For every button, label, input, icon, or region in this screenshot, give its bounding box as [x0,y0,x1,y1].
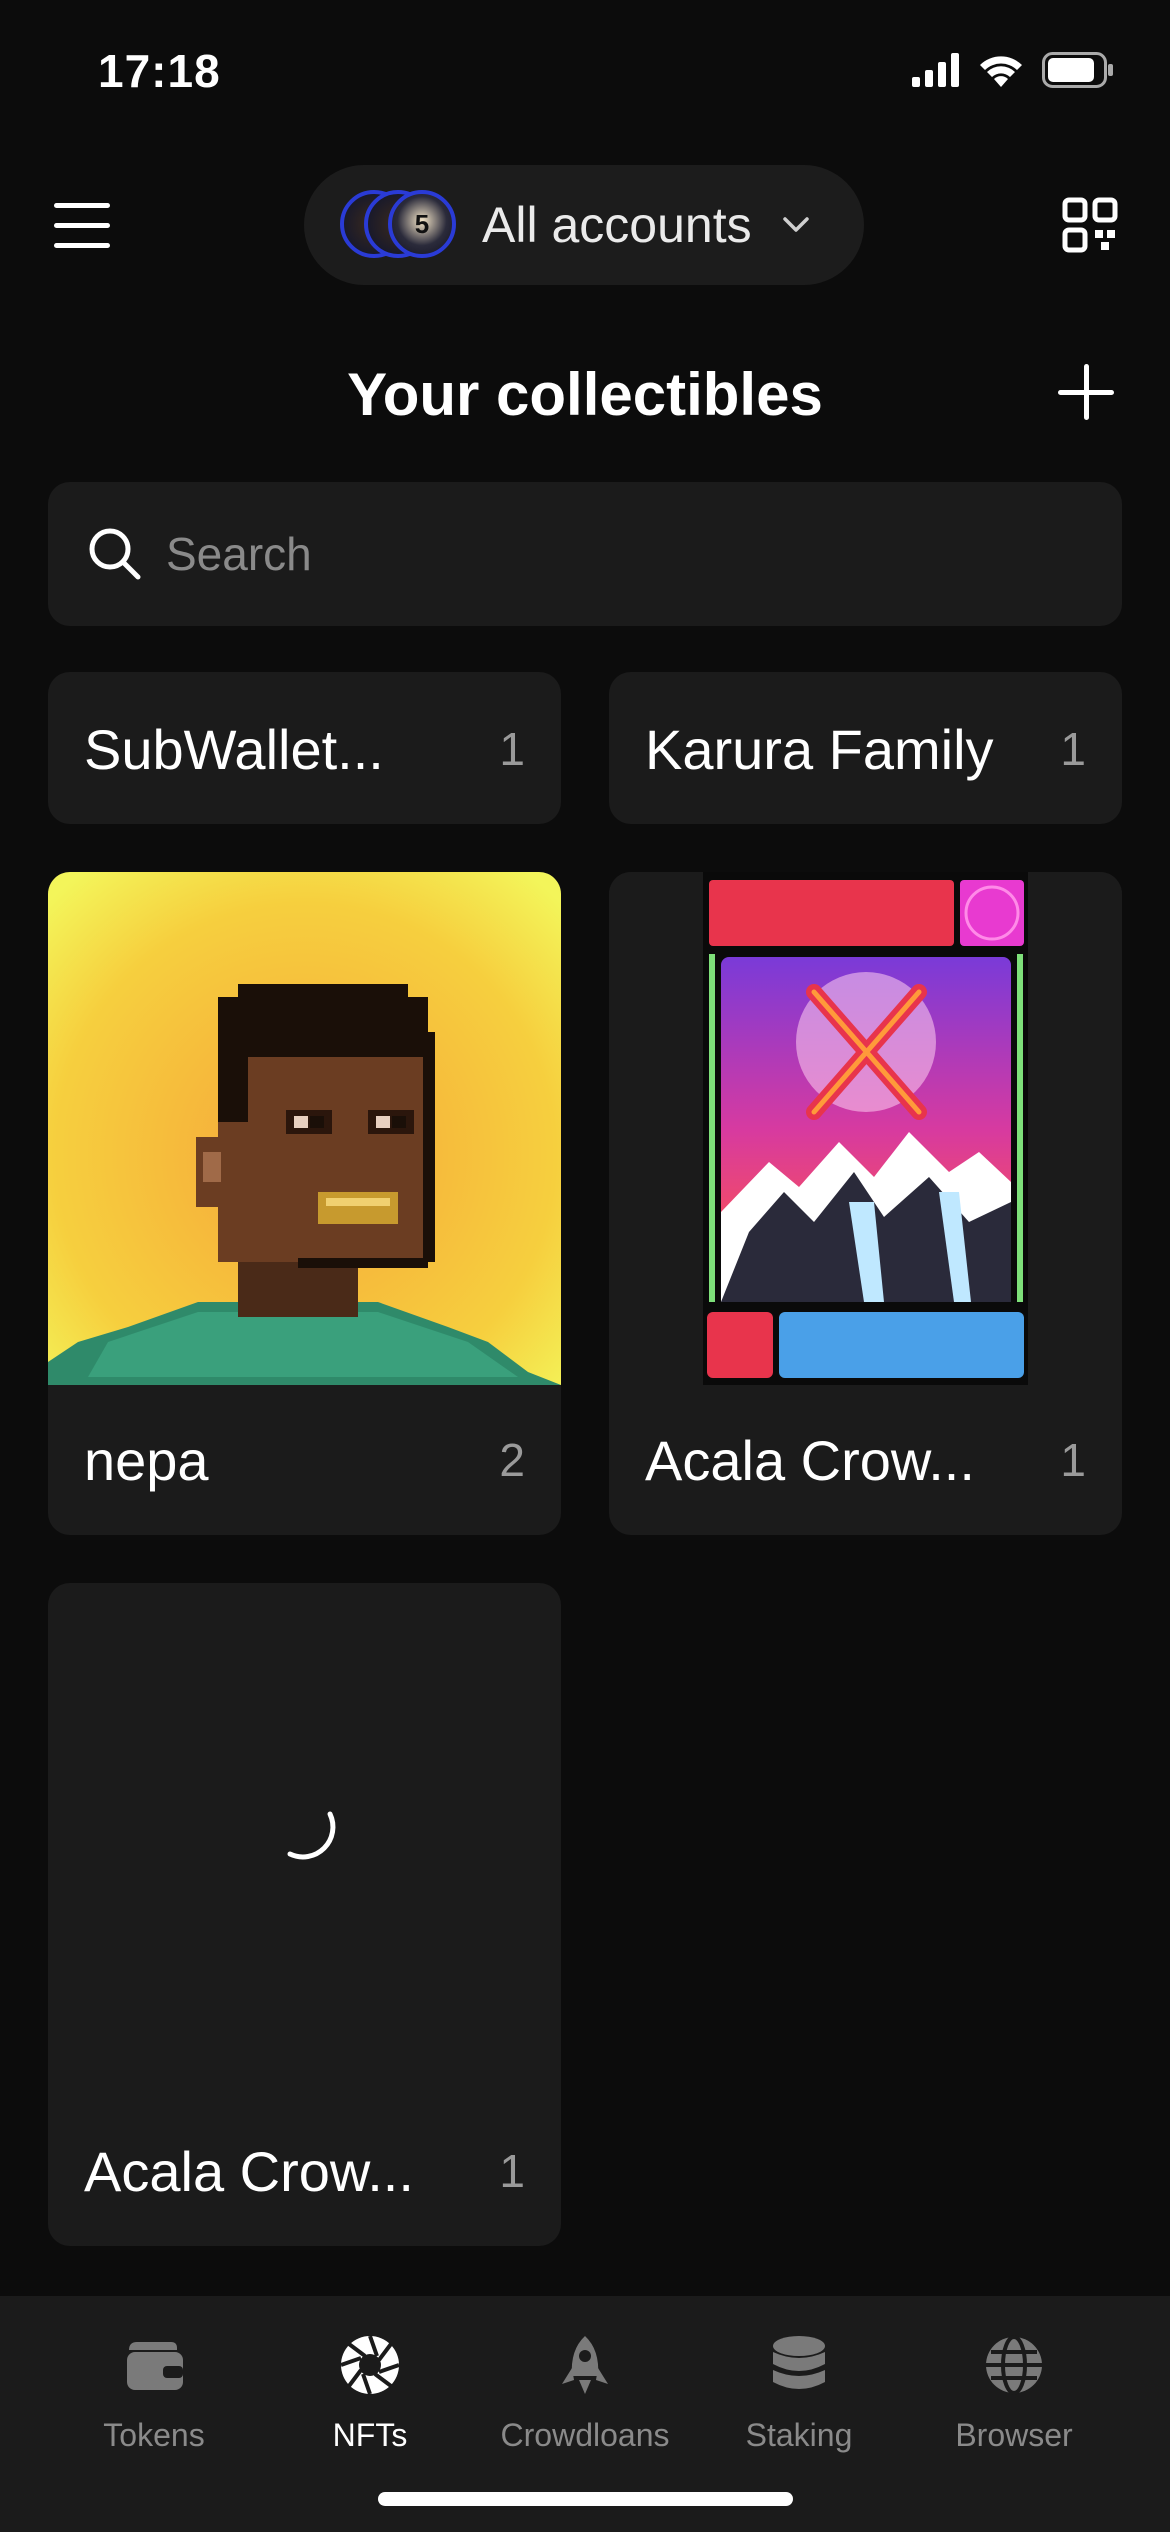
nav-label: Tokens [103,2417,205,2453]
collection-card[interactable]: Acala Crow... 1 [609,872,1122,1535]
add-collectible-button[interactable] [1058,364,1114,420]
collection-card[interactable]: nepa 2 [48,872,561,1535]
nav-label: Crowdloans [500,2417,670,2453]
status-time: 17:18 [98,45,221,97]
nav-label: NFTs [332,2417,408,2453]
nav-label: Browser [955,2417,1073,2453]
collection-name: SubWallet... [84,717,384,781]
menu-button[interactable] [54,203,114,249]
collection-count: 1 [499,2145,525,2197]
nav-label: Staking [745,2417,853,2453]
page-title: Your collectibles [347,361,823,428]
collection-card[interactable]: SubWallet... 1 [48,672,561,824]
account-selector[interactable]: 5 All accounts [304,165,864,285]
collection-name: Karura Family [645,717,994,781]
nav-staking[interactable]: Staking [694,2332,904,2454]
account-label: All accounts [482,197,752,253]
search-icon [89,528,141,580]
nft-thumbnail [609,872,1122,1385]
collection-card[interactable]: Acala Crow... 1 [48,1583,561,2246]
nav-crowdloans[interactable]: Crowdloans [480,2332,690,2454]
cellular-signal-icon [912,53,959,87]
rocket-icon [562,2336,608,2394]
battery-icon [1042,52,1113,88]
collection-count: 2 [499,1434,525,1486]
loading-spinner-icon [287,1811,336,1860]
collection-name: Acala Crow... [645,1428,975,1492]
qr-code-icon[interactable] [1062,197,1118,253]
status-bar: 17:18 [0,0,1170,150]
title-row: Your collectibles [0,350,1170,440]
collection-card[interactable]: Karura Family 1 [609,672,1122,824]
search-input[interactable] [166,527,1066,581]
account-avatars: 5 [340,190,460,260]
chevron-down-icon [782,217,809,232]
aperture-icon [340,2335,400,2395]
nav-nfts[interactable]: NFTs [265,2332,475,2454]
collection-count: 1 [499,723,525,775]
hamburger-icon [54,203,110,208]
collection-count: 1 [1060,723,1086,775]
collections-grid[interactable]: SubWallet... 1 Karura Family 1 nepa 2 Ac… [48,672,1122,2287]
collection-count: 1 [1060,1434,1086,1486]
home-indicator[interactable] [378,2492,793,2506]
wifi-icon [980,56,1022,87]
nft-thumbnail [48,872,561,1385]
wallet-icon [127,2342,183,2390]
database-icon [773,2336,825,2389]
collection-name: nepa [84,1428,209,1492]
nav-browser[interactable]: Browser [909,2332,1119,2454]
status-icons [912,52,1114,88]
search-bar[interactable] [48,482,1122,626]
nav-tokens[interactable]: Tokens [49,2332,259,2454]
app-header: 5 All accounts [0,165,1170,285]
avatar: 5 [388,190,456,258]
globe-icon [986,2335,1042,2395]
collection-name: Acala Crow... [84,2139,414,2203]
